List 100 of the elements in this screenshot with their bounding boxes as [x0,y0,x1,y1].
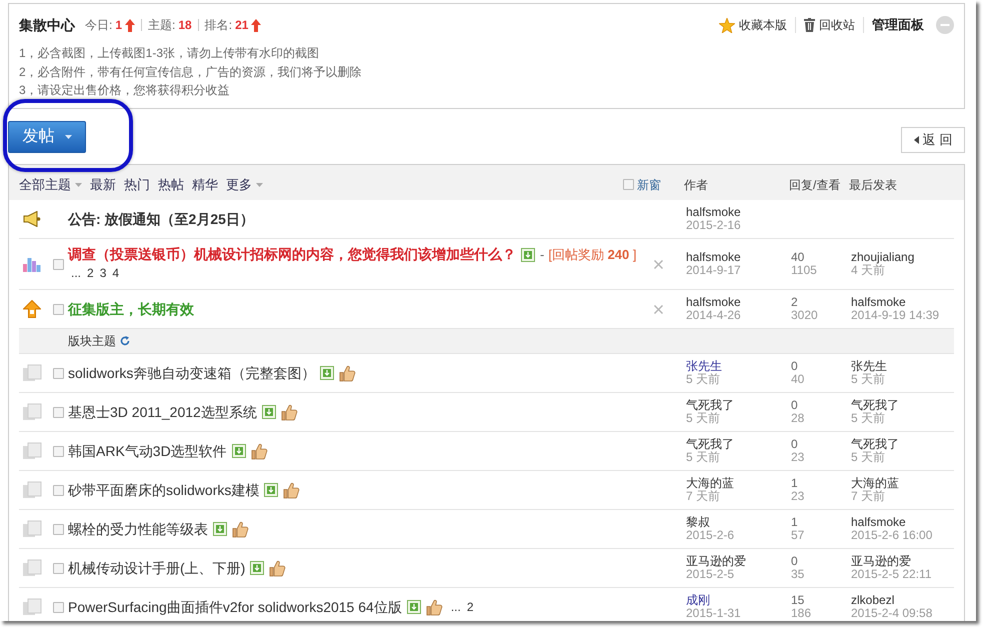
last-poster[interactable]: 亚马逊的爱 [851,555,911,568]
document-icon [22,403,42,421]
last-poster[interactable]: halfsmoke [851,516,906,529]
rule-text: 2，必含附件，带有任何宣传信息，广告的资源，我们将予以删除 [19,64,362,80]
view-count: 1105 [791,264,817,277]
document-icon [22,442,42,460]
thread-checkbox[interactable] [53,484,64,496]
reward-label: [回帖奖励 240 ] [548,246,637,264]
view-count: 23 [791,451,804,464]
filter-tab[interactable]: 更多 [226,174,263,194]
view-count: 40 [791,373,804,386]
last-poster[interactable]: zhoujialiang [851,251,914,264]
last-poster[interactable]: 气死我了 [851,438,899,451]
header-link[interactable]: 回收站 [819,16,855,34]
thread-title[interactable]: 基恩士3D 2011_2012选型系统 [68,402,257,422]
reply-count: 2 [791,296,798,309]
post-button[interactable]: 发帖 [8,121,86,153]
author-name[interactable]: 黎叔 [686,516,710,529]
page-link[interactable]: 3 [100,264,106,283]
thread-title[interactable]: 韩国ARK气动3D选型软件 [68,442,227,460]
thread-title[interactable]: 机械传动设计手册(上、下册) [68,558,246,578]
document-icon [22,481,42,499]
forum-title: 集散中心 [19,16,75,34]
star-icon [719,18,735,32]
author-name[interactable]: 成刚 [686,594,710,607]
document-icon [22,598,42,616]
bar-chart-icon [23,256,41,272]
view-count: 35 [791,568,804,581]
close-icon[interactable] [654,260,662,268]
new-window-checkbox[interactable] [623,179,634,190]
reply-count: 15 [791,594,804,607]
post-date: 2015-1-31 [686,607,741,620]
thread-checkbox[interactable] [53,304,64,314]
reply-count: 0 [791,360,798,373]
new-window-label[interactable]: 新窗 [637,176,661,194]
author-name[interactable]: halfsmoke [686,206,741,219]
document-icon [22,559,42,577]
view-count: 3020 [791,309,818,322]
view-count: 23 [791,490,804,503]
reply-count: 0 [791,399,798,412]
filter-tab[interactable]: 热门 [124,174,150,194]
author-name[interactable]: halfsmoke [686,251,741,264]
last-poster[interactable]: zlkobezl [851,594,894,607]
page-link[interactable]: 4 [112,264,120,283]
stat-label: 排名: [204,17,232,34]
page-link[interactable]: 2 [87,264,94,283]
thread-title[interactable]: 公告: 放假通知（至2月25日） [68,210,254,228]
last-poster[interactable]: 大海的蓝 [851,477,899,490]
thread-checkbox[interactable] [53,406,64,418]
document-icon [22,364,42,382]
collapse-icon[interactable] [936,16,954,34]
thread-checkbox[interactable] [53,258,64,270]
close-icon[interactable] [654,304,662,314]
post-date: 5 天前 [686,373,720,386]
thread-title[interactable]: 征集版主，长期有效 [68,300,194,318]
refresh-icon[interactable] [120,336,130,346]
thread-title[interactable]: 砂带平面磨床的solidworks建模 [68,480,260,500]
ellipsis-text: ... [450,598,461,616]
author-name[interactable]: 张先生 [686,360,722,373]
author-name[interactable]: 气死我了 [686,438,734,451]
author-name[interactable]: 大海的蓝 [686,477,734,490]
thread-title[interactable]: PowerSurfacing曲面插件v2for solidworks2015 64位版 [68,598,402,616]
last-poster[interactable]: halfsmoke [851,296,906,309]
thread-checkbox[interactable] [53,562,64,574]
filter-tab[interactable]: 最新 [90,174,116,194]
filter-tab[interactable]: 精华 [192,174,218,194]
header-link[interactable]: 管理面板 [872,15,924,35]
thread-title[interactable]: solidworks奔驰自动变速箱（完整套图） [68,364,316,382]
last-poster[interactable]: 气死我了 [851,399,899,412]
thread-checkbox[interactable] [53,368,64,378]
thread-title[interactable]: 调查（投票送银币）机械设计招标网的内容，您觉得我们该增加些什么？ [68,245,516,264]
author-name[interactable]: 亚马逊的爱 [686,555,746,568]
back-button[interactable]: 返 回 [901,127,965,153]
filter-tab[interactable]: 热帖 [158,174,184,194]
page-link[interactable]: 2 [466,598,474,616]
document-icon [22,520,42,538]
post-date: 2015-2-16 [686,219,741,232]
post-date: 5 天前 [686,451,720,464]
author-name[interactable]: halfsmoke [686,296,741,309]
trash-icon [804,18,815,32]
post-date: 5 天前 [686,412,720,425]
filter-tab[interactable]: 全部主题 [19,174,82,194]
thread-checkbox[interactable] [53,446,64,456]
thread-title[interactable]: 螺栓的受力性能等级表 [68,520,208,538]
stat-value: 18 [178,17,192,34]
view-count: 28 [791,412,804,425]
reply-count: 1 [791,477,798,490]
rule-text: 1，必含截图，上传截图1-3张，请勿上传带有水印的截图 [19,45,320,62]
header-link[interactable]: 收藏本版 [739,16,787,34]
post-date: 2014-4-26 [686,309,741,322]
stat-value: 21 [235,17,248,34]
megaphone-icon [23,211,41,227]
thread-checkbox[interactable] [53,602,64,612]
post-date: 2015-2-5 [686,568,734,581]
reply-count: 1 [791,516,798,529]
post-date: 2015-2-6 [686,529,734,542]
last-poster[interactable]: 张先生 [851,360,887,373]
author-name[interactable]: 气死我了 [686,399,734,412]
thread-checkbox[interactable] [53,524,64,534]
view-count: 186 [791,607,812,620]
